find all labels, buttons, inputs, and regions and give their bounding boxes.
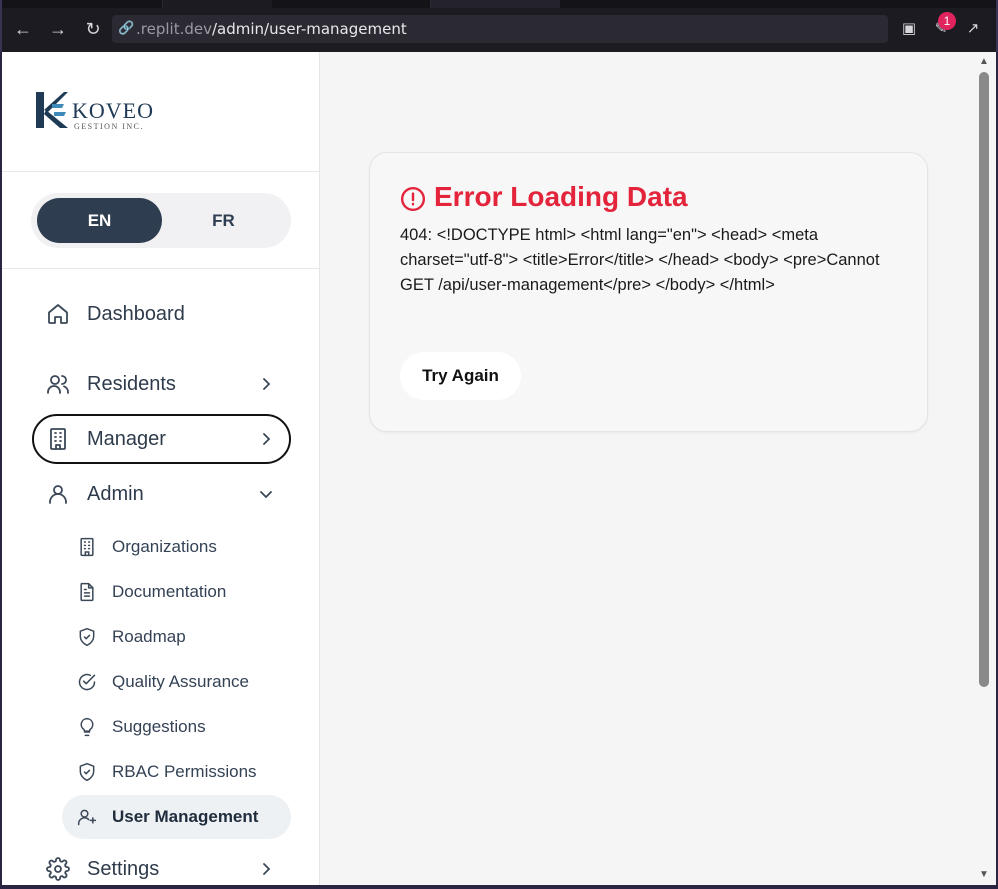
responsive-view-icon[interactable]: ▣ <box>898 18 920 40</box>
file-text-icon <box>80 582 94 602</box>
browser-tab-active[interactable] <box>430 0 560 8</box>
chevron-down-icon <box>260 491 272 499</box>
chevron-right-icon <box>263 433 271 445</box>
alert-circle-icon <box>400 186 426 212</box>
chevron-right-icon <box>263 863 271 875</box>
shield-icon <box>79 627 95 647</box>
nav-label: Residents <box>87 373 176 395</box>
building-icon <box>50 428 66 450</box>
tab-strip <box>2 0 996 8</box>
logo-area: KOVEO GESTION INC. <box>2 52 320 172</box>
subnav-suggestions[interactable]: Suggestions <box>62 705 291 749</box>
subnav-label: Organizations <box>112 537 217 556</box>
subnav-label: Documentation <box>112 582 227 601</box>
url-host: .replit.dev <box>136 20 212 38</box>
nav-label: Dashboard <box>87 303 185 325</box>
scrollbar[interactable]: ▲ ▼ <box>976 52 994 885</box>
subnav-label: Quality Assurance <box>112 672 250 691</box>
link-icon: 🔗 <box>118 21 135 36</box>
scroll-thumb[interactable] <box>979 72 989 687</box>
error-title: Error Loading Data <box>434 181 688 212</box>
browser-toolbar: ← → ↻ 🔗 .replit.dev/admin/user-management… <box>0 0 998 52</box>
scroll-up-icon[interactable]: ▲ <box>979 57 989 67</box>
lang-en-button[interactable]: EN <box>37 198 162 243</box>
subnav-organizations[interactable]: Organizations <box>62 525 291 569</box>
browser-tab[interactable] <box>162 0 272 8</box>
logo-subtitle: GESTION INC. <box>74 122 144 131</box>
language-area: EN FR <box>2 172 320 269</box>
scroll-down-icon[interactable]: ▼ <box>979 870 989 880</box>
subnav-rbac-permissions[interactable]: RBAC Permissions <box>62 750 291 794</box>
users-icon <box>47 375 69 394</box>
reload-icon[interactable]: ↻ <box>82 18 104 40</box>
check-circle-icon <box>78 673 96 691</box>
subnav-quality-assurance[interactable]: Quality Assurance <box>62 660 291 704</box>
sidebar: KOVEO GESTION INC. EN FR Dashboard Resid… <box>2 52 320 885</box>
subnav-roadmap[interactable]: Roadmap <box>62 615 291 659</box>
language-toggle: EN FR <box>31 193 291 248</box>
subnav-label: Suggestions <box>112 717 206 736</box>
user-plus-icon <box>77 809 97 826</box>
url-path: /admin/user-management <box>211 20 407 38</box>
gear-icon <box>46 857 70 881</box>
error-card: Error Loading Data 404: <!DOCTYPE html> … <box>369 152 928 432</box>
chevron-right-icon <box>263 378 271 390</box>
lightbulb-icon <box>80 717 94 737</box>
page-viewport: KOVEO GESTION INC. EN FR Dashboard Resid… <box>2 52 996 885</box>
subnav-label: User Management <box>112 807 259 826</box>
koveo-logo-icon[interactable] <box>34 90 68 130</box>
notification-badge: 1 <box>938 12 956 30</box>
error-message: 404: <!DOCTYPE html> <html lang="en"> <h… <box>400 226 880 294</box>
subnav-label: RBAC Permissions <box>112 762 257 781</box>
open-external-icon[interactable]: ↗ <box>962 18 984 40</box>
subnav-user-management[interactable]: User Management <box>62 795 291 839</box>
nav-dashboard[interactable]: Dashboard <box>32 289 291 339</box>
nav-label: Settings <box>87 858 160 880</box>
nav-settings[interactable]: Settings <box>32 844 291 885</box>
lang-fr-button[interactable]: FR <box>161 198 286 243</box>
logo-name: KOVEO <box>72 98 154 123</box>
home-icon <box>48 304 68 324</box>
nav-manager[interactable]: Manager <box>32 414 291 464</box>
subnav-label: Roadmap <box>112 627 186 646</box>
address-bar[interactable]: 🔗 .replit.dev/admin/user-management <box>112 15 888 43</box>
nav-label: Admin <box>87 483 144 505</box>
try-again-button[interactable]: Try Again <box>400 352 521 400</box>
back-icon[interactable]: ← <box>12 18 34 40</box>
forward-icon[interactable]: → <box>47 18 69 40</box>
user-icon <box>49 485 67 504</box>
building-icon <box>80 537 94 557</box>
subnav-documentation[interactable]: Documentation <box>62 570 291 614</box>
nav-label: Manager <box>87 428 166 450</box>
nav-admin[interactable]: Admin <box>32 469 291 519</box>
nav-residents[interactable]: Residents <box>32 359 291 409</box>
shield-icon <box>79 762 95 782</box>
